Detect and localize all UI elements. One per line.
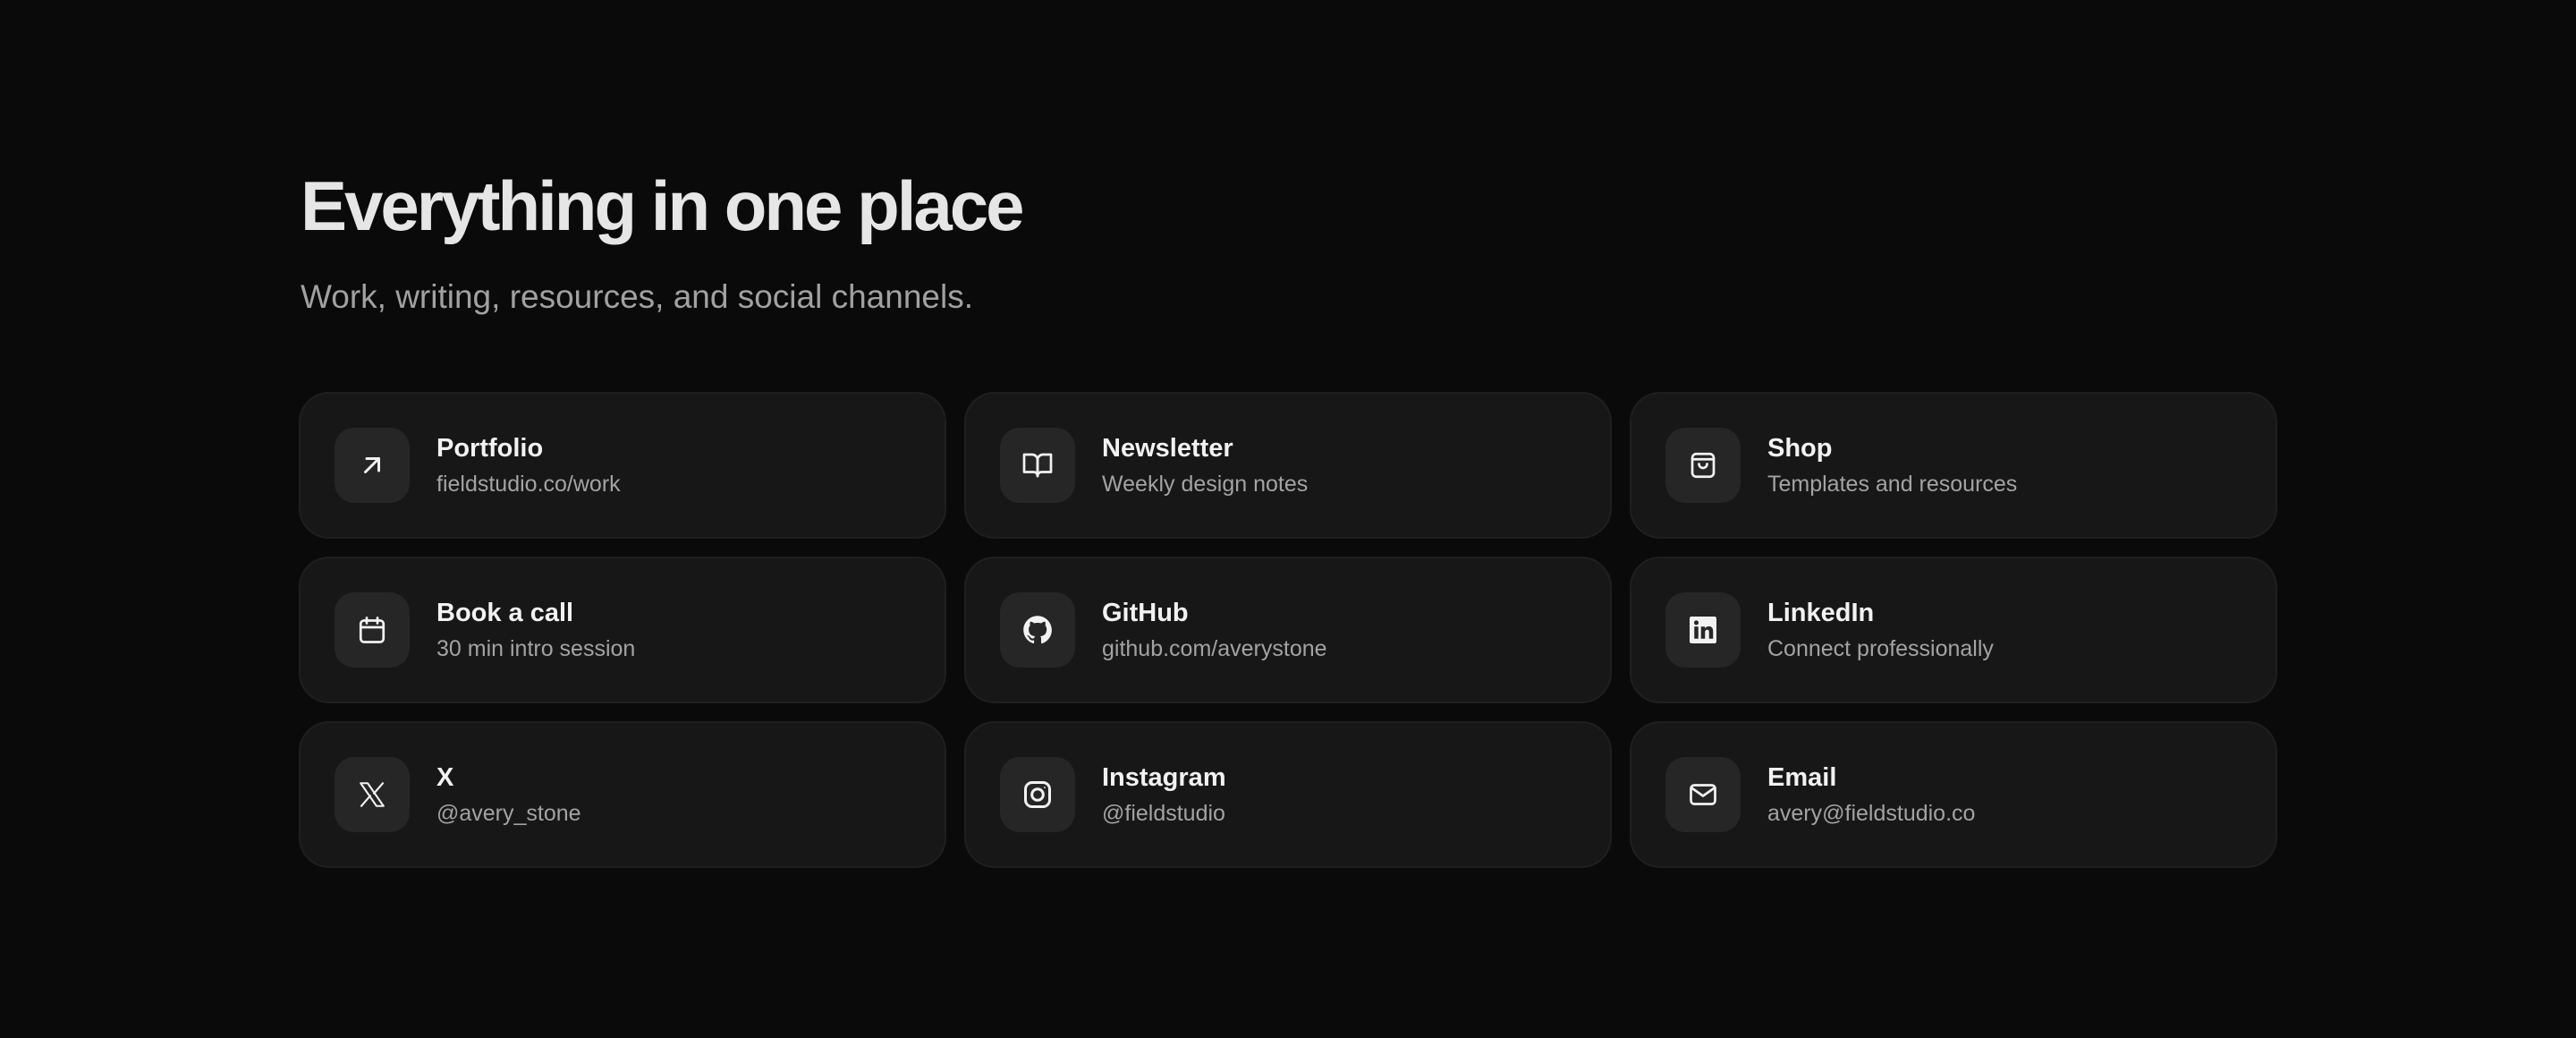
link-card-label: Instagram	[1102, 763, 1226, 792]
link-card-detail: Connect professionally	[1767, 636, 1994, 661]
link-card-portfolio[interactable]: Portfolio fieldstudio.co/work	[299, 392, 946, 539]
page-title: Everything in one place	[301, 166, 1025, 245]
link-card-detail: avery@fieldstudio.co	[1767, 801, 1976, 826]
link-card-label: Portfolio	[436, 434, 544, 463]
link-card-label: X	[436, 763, 454, 792]
instagram-icon	[1000, 757, 1075, 832]
link-card-label: Shop	[1767, 434, 1833, 463]
link-card-detail: @avery_stone	[436, 801, 581, 826]
arrow-up-right-icon	[335, 428, 410, 503]
link-card-label: GitHub	[1102, 599, 1189, 627]
x-logo-icon	[335, 757, 410, 832]
calendar-icon	[335, 592, 410, 668]
link-card-detail: Weekly design notes	[1102, 472, 1309, 497]
link-card-x[interactable]: X @avery_stone	[299, 721, 946, 868]
link-card-label: Email	[1767, 763, 1837, 792]
linkedin-icon	[1665, 592, 1741, 668]
github-icon	[1000, 592, 1075, 668]
link-card-detail: Templates and resources	[1767, 472, 2018, 497]
mail-icon	[1665, 757, 1741, 832]
shopping-bag-icon	[1665, 428, 1741, 503]
link-card-label: LinkedIn	[1767, 599, 1875, 627]
link-card-detail: github.com/averystone	[1102, 636, 1327, 661]
link-card-instagram[interactable]: Instagram @fieldstudio	[964, 721, 1612, 868]
link-card-email[interactable]: Email avery@fieldstudio.co	[1630, 721, 2277, 868]
page-subtitle: Work, writing, resources, and social cha…	[301, 278, 973, 315]
link-card-github[interactable]: GitHub github.com/averystone	[964, 557, 1612, 703]
link-card-detail: fieldstudio.co/work	[436, 472, 621, 497]
link-card-newsletter[interactable]: Newsletter Weekly design notes	[964, 392, 1612, 539]
links-grid: Portfolio fieldstudio.co/work Newsletter…	[299, 392, 2277, 868]
link-card-label: Book a call	[436, 599, 574, 627]
link-card-shop[interactable]: Shop Templates and resources	[1630, 392, 2277, 539]
link-card-linkedin[interactable]: LinkedIn Connect professionally	[1630, 557, 2277, 703]
link-card-book-a-call[interactable]: Book a call 30 min intro session	[299, 557, 946, 703]
link-card-detail: 30 min intro session	[436, 636, 636, 661]
link-card-label: Newsletter	[1102, 434, 1233, 463]
book-open-icon	[1000, 428, 1075, 503]
link-card-detail: @fieldstudio	[1102, 801, 1225, 826]
